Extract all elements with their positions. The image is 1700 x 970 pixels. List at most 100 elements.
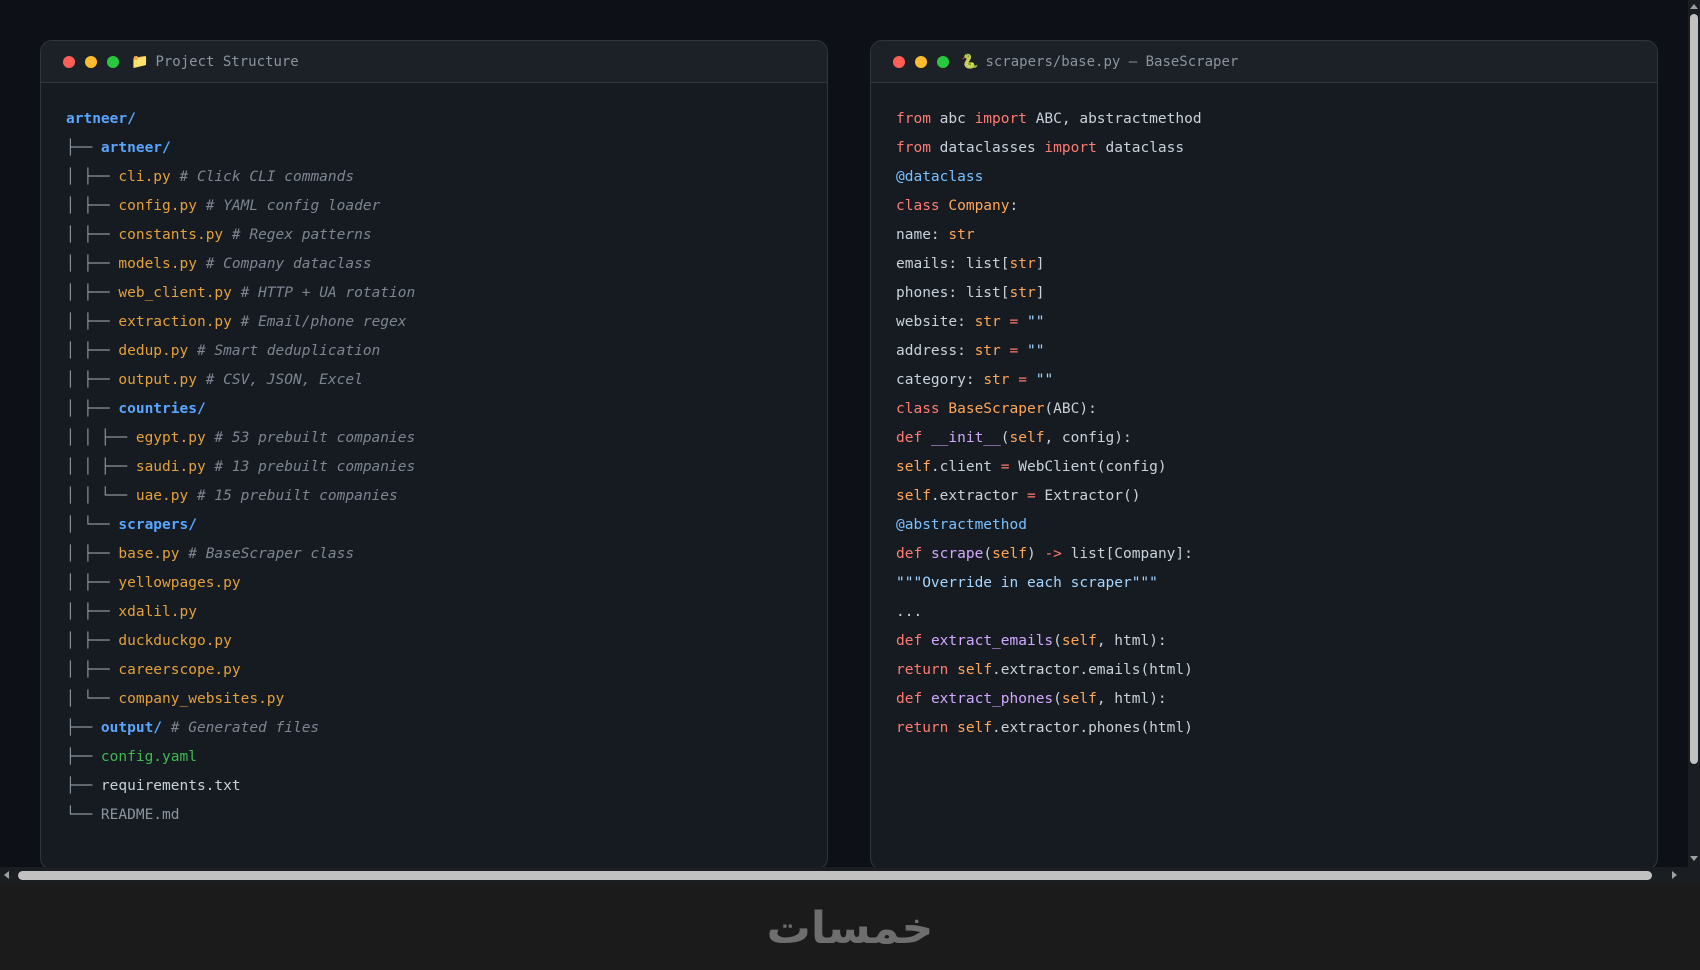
code-line: self.client = WebClient(config) bbox=[896, 453, 1657, 482]
vertical-scrollbar[interactable] bbox=[1688, 0, 1700, 883]
tree-line: │ │ ├── egypt.py # 53 prebuilt companies bbox=[66, 424, 827, 453]
vertical-scroll-thumb[interactable] bbox=[1690, 14, 1698, 764]
token-py: constants.py bbox=[118, 227, 224, 243]
token-tr: │ │ ├── bbox=[66, 459, 136, 475]
file-tree: artneer/ ├── artneer/ │ ├── cli.py # Click… bbox=[41, 83, 827, 830]
token-tr: │ ├── bbox=[66, 372, 119, 388]
token-kw: = bbox=[1009, 343, 1019, 359]
code-editor-window: 🐍 scrapers/base.py — BaseScraper from ab… bbox=[870, 40, 1658, 867]
token-kw: class bbox=[896, 198, 940, 214]
token-kw: def bbox=[896, 633, 923, 649]
token-py: base.py bbox=[118, 546, 180, 562]
minimize-window-button[interactable] bbox=[915, 55, 927, 68]
tree-line: │ ├── careerscope.py bbox=[66, 656, 827, 685]
token-fn: __init__ bbox=[930, 430, 1001, 446]
window-titlebar: 📁 Project Structure bbox=[41, 41, 827, 83]
token-tr: │ ├── bbox=[66, 343, 119, 359]
token-cm: # Generated files bbox=[162, 720, 320, 736]
token-cm: # HTTP + UA rotation bbox=[231, 285, 416, 301]
code-line: from dataclasses import dataclass bbox=[896, 134, 1657, 163]
code-view: from abc import ABC, abstractmethod from … bbox=[871, 83, 1657, 743]
token-pl: .extractor.phones(html) bbox=[992, 720, 1193, 736]
token-py: company_websites.py bbox=[118, 691, 285, 707]
token-self: self bbox=[1061, 691, 1097, 707]
tree-line: │ ├── config.py # YAML config loader bbox=[66, 192, 827, 221]
minimize-window-button[interactable] bbox=[85, 55, 97, 68]
token-cm: # Regex patterns bbox=[223, 227, 372, 243]
scroll-right-arrow-icon[interactable] bbox=[1672, 871, 1677, 879]
token-cm: # Click CLI commands bbox=[170, 169, 355, 185]
tree-line: │ ├── extraction.py # Email/phone regex bbox=[66, 308, 827, 337]
tree-line: │ ├── constants.py # Regex patterns bbox=[66, 221, 827, 250]
token-kw: = bbox=[1000, 459, 1010, 475]
close-window-button[interactable] bbox=[893, 55, 905, 68]
token-kw: def bbox=[896, 691, 923, 707]
token-dir: artneer/ bbox=[100, 140, 171, 156]
tree-line: │ ├── countries/ bbox=[66, 395, 827, 424]
token-cm: # 15 prebuilt companies bbox=[188, 488, 398, 504]
token-kw: = bbox=[1018, 372, 1027, 388]
tree-line: │ ├── dedup.py # Smart deduplication bbox=[66, 337, 827, 366]
code-line: category: str = "" bbox=[896, 366, 1657, 395]
token-pl: ABC, abstractmethod bbox=[1026, 111, 1202, 127]
token-pl: dataclass bbox=[1096, 140, 1185, 156]
token-dir: artneer/ bbox=[66, 111, 136, 127]
token-tr: │ ├── bbox=[66, 285, 119, 301]
token-pl: name: bbox=[896, 227, 949, 243]
token-tr: │ ├── bbox=[66, 546, 119, 562]
project-structure-window: 📁 Project Structure artneer/ ├── artneer/… bbox=[40, 40, 828, 867]
token-cm: # YAML config loader bbox=[196, 198, 381, 214]
token-py: dedup.py bbox=[118, 343, 189, 359]
token-cm: # Email/phone regex bbox=[231, 314, 407, 330]
token-py: saudi.py bbox=[135, 459, 206, 475]
tree-line: │ ├── models.py # Company dataclass bbox=[66, 250, 827, 279]
tree-line: │ ├── cli.py # Click CLI commands bbox=[66, 163, 827, 192]
token-cm: # Company dataclass bbox=[196, 256, 372, 272]
horizontal-scrollbar[interactable] bbox=[0, 867, 1688, 883]
token-pl: (ABC): bbox=[1044, 401, 1097, 417]
code-line: return self.extractor.phones(html) bbox=[896, 714, 1657, 743]
token-self: self bbox=[1061, 633, 1097, 649]
tree-line: artneer/ bbox=[66, 105, 827, 134]
token-self: str bbox=[974, 343, 1001, 359]
scroll-down-arrow-icon[interactable] bbox=[1690, 856, 1698, 861]
tree-line: │ ├── output.py # CSV, JSON, Excel bbox=[66, 366, 827, 395]
token-kw: return bbox=[896, 662, 949, 678]
folder-icon: 📁 bbox=[131, 53, 149, 70]
tree-line: │ ├── yellowpages.py bbox=[66, 569, 827, 598]
token-pl: .client bbox=[930, 459, 1001, 475]
scroll-left-arrow-icon[interactable] bbox=[4, 871, 9, 879]
token-pl: : bbox=[1009, 198, 1019, 214]
token-self: str bbox=[1009, 256, 1036, 272]
close-window-button[interactable] bbox=[63, 55, 75, 68]
token-self: self bbox=[896, 459, 931, 475]
token-pl: , config): bbox=[1044, 430, 1132, 446]
scroll-up-arrow-icon[interactable] bbox=[1690, 4, 1698, 9]
token-kw: = bbox=[1009, 314, 1019, 330]
token-py: models.py bbox=[118, 256, 197, 272]
token-str: "" bbox=[1026, 314, 1045, 330]
token-str: """Override in each scraper""" bbox=[896, 575, 1158, 591]
token-kw: -> bbox=[1044, 546, 1062, 562]
token-tr: ├── bbox=[66, 749, 101, 765]
token-tr: │ ├── bbox=[66, 256, 119, 272]
maximize-window-button[interactable] bbox=[937, 55, 949, 68]
token-kw: from bbox=[896, 140, 931, 156]
maximize-window-button[interactable] bbox=[107, 55, 119, 68]
tree-line: ├── config.yaml bbox=[66, 743, 827, 772]
token-py: egypt.py bbox=[135, 430, 206, 446]
horizontal-scroll-thumb[interactable] bbox=[18, 871, 1652, 880]
token-pl: ( bbox=[983, 546, 993, 562]
token-pl: .extractor.emails(html) bbox=[992, 662, 1193, 678]
code-line: def extract_emails(self, html): bbox=[896, 627, 1657, 656]
code-line: address: str = "" bbox=[896, 337, 1657, 366]
page-viewport: 📁 Project Structure artneer/ ├── artneer/… bbox=[0, 0, 1688, 867]
window-title: Project Structure bbox=[155, 53, 299, 70]
